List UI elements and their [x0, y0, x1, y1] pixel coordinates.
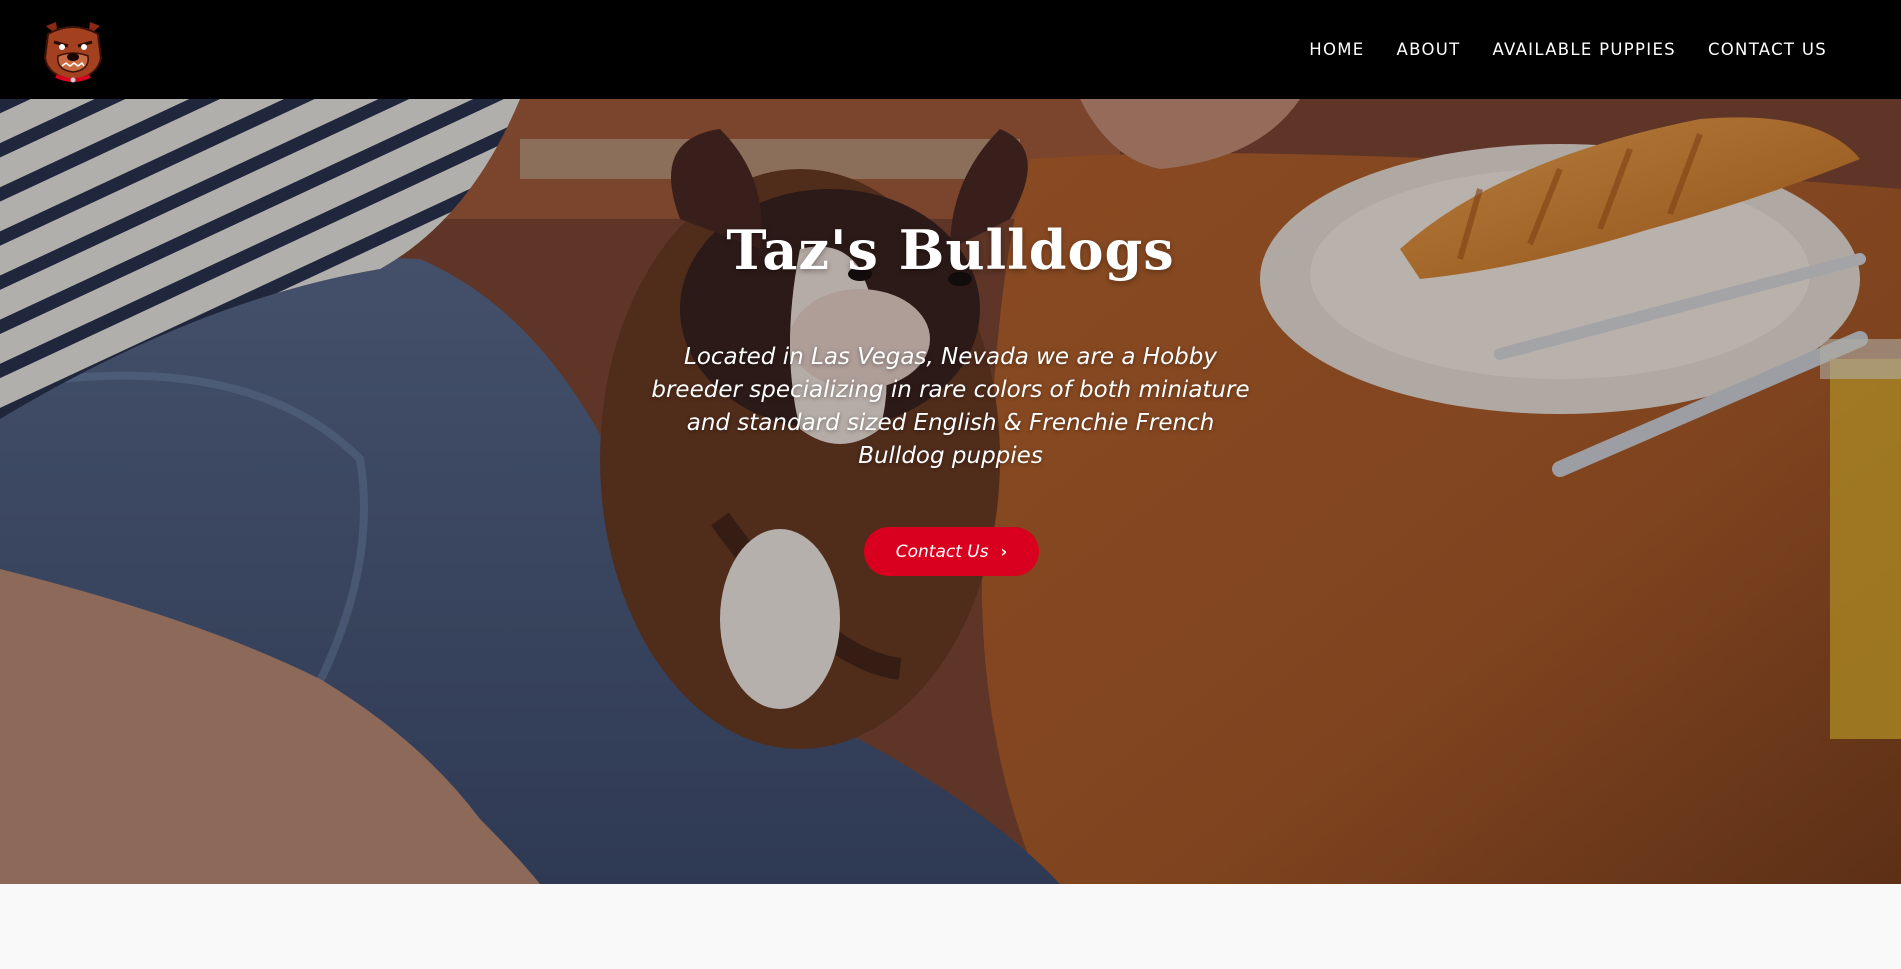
content-section [0, 884, 1901, 969]
nav-link-about[interactable]: ABOUT [1381, 0, 1477, 99]
nav-item-about: ABOUT [1381, 0, 1477, 99]
nav-item-available-puppies: AVAILABLE PUPPIES [1477, 0, 1692, 99]
hero-section: Taz's Bulldogs Located in Las Vegas, Nev… [0, 99, 1901, 884]
nav-link-available-puppies[interactable]: AVAILABLE PUPPIES [1477, 0, 1692, 99]
chevron-right-icon: › [1000, 542, 1008, 561]
nav-link-contact-us[interactable]: CONTACT US [1692, 0, 1843, 99]
main-nav: HOME ABOUT AVAILABLE PUPPIES CONTACT US [1293, 0, 1843, 99]
bulldog-logo-icon[interactable] [38, 16, 108, 84]
hero-title: Taz's Bulldogs [726, 218, 1175, 282]
site-header: HOME ABOUT AVAILABLE PUPPIES CONTACT US [0, 0, 1901, 99]
nav-link-home[interactable]: HOME [1293, 0, 1380, 99]
nav-item-home: HOME [1293, 0, 1380, 99]
contact-us-button[interactable]: Contact Us › [864, 527, 1039, 576]
nav-item-contact-us: CONTACT US [1692, 0, 1843, 99]
hero-subtitle: Located in Las Vegas, Nevada we are a Ho… [651, 344, 1250, 469]
hero-overlay [0, 99, 1901, 884]
contact-us-button-label: Contact Us [895, 541, 989, 562]
